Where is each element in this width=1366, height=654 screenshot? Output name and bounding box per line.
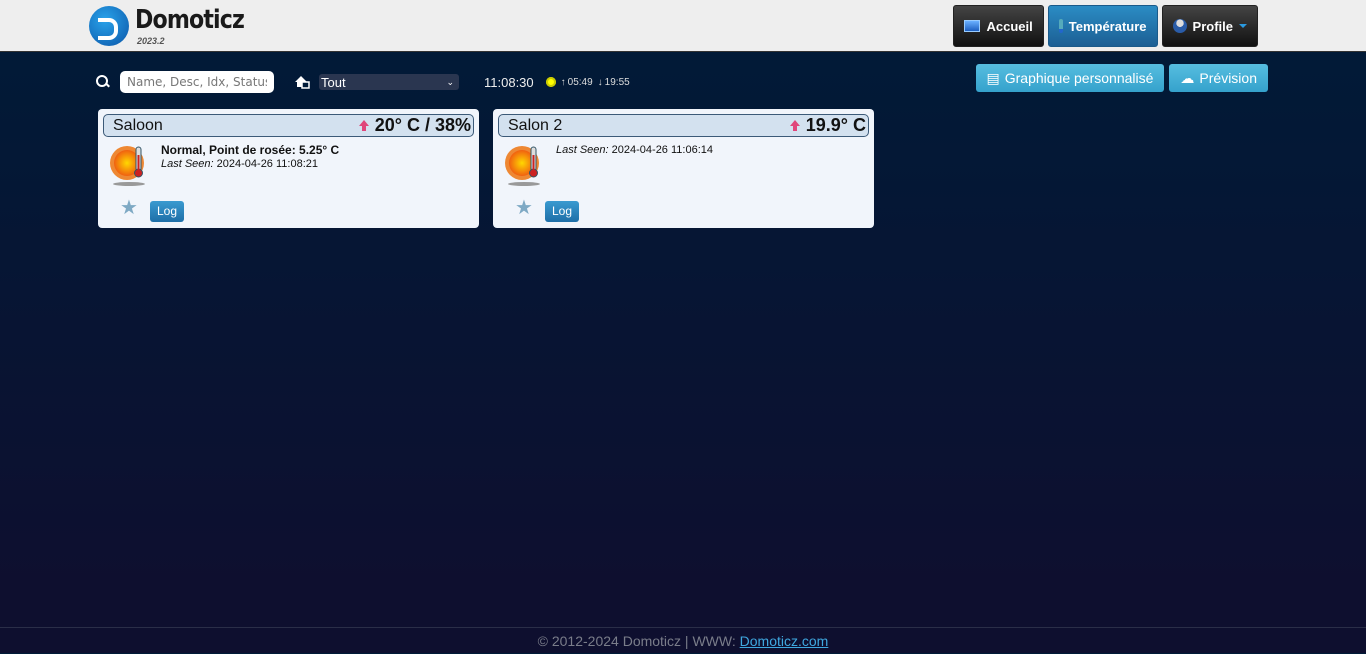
sunrise-arrow-icon: ↑ — [560, 76, 566, 88]
sunset-arrow-icon: ↓ — [597, 76, 603, 88]
main-nav: Accueil Température Profile — [953, 5, 1258, 47]
device-value: 19.9° C — [789, 115, 866, 136]
filter-toolbar: Tout ⌄ 11:08:30 ↑05:49 ↓19:55 — [96, 70, 630, 94]
temperature-sun-icon — [110, 146, 145, 186]
log-button[interactable]: Log — [150, 201, 185, 222]
value-text: 20° C / 38% — [374, 115, 471, 135]
domoticz-logo-icon — [89, 6, 129, 46]
last-seen-value: 2024-04-26 11:06:14 — [611, 144, 713, 156]
value-text: 19.9° C — [805, 115, 866, 135]
thermometer-icon — [1058, 19, 1063, 33]
forecast-button[interactable]: ☁ Prévision — [1169, 64, 1268, 92]
sun-icon — [545, 77, 556, 87]
device-value: 20° C / 38% — [358, 115, 471, 136]
clock: 11:08:30 — [484, 74, 534, 90]
favorite-star-icon[interactable]: ★ — [120, 198, 138, 218]
domoticz-link[interactable]: Domoticz.com — [740, 633, 829, 649]
footer: © 2012-2024 Domoticz | WWW: Domoticz.com — [0, 627, 1366, 653]
search-icon — [96, 75, 110, 89]
status-text: Normal, Point de rosée: 5.25° C — [161, 143, 340, 157]
profile-icon — [1172, 19, 1187, 33]
device-info: Last Seen: 2024-04-26 11:06:14 — [556, 143, 713, 157]
last-seen-value: 2024-04-26 11:08:21 — [216, 158, 318, 170]
device-name: Saloon — [113, 116, 163, 134]
trend-up-icon — [358, 119, 369, 131]
nav-label: Accueil — [986, 18, 1033, 34]
sunset-time: 19:55 — [604, 76, 630, 88]
search-input[interactable] — [120, 71, 274, 93]
button-label: Prévision — [1199, 70, 1257, 86]
nav-profile[interactable]: Profile — [1161, 5, 1258, 47]
button-label: Graphique personnalisé — [1004, 70, 1154, 86]
nav-label: Température — [1068, 18, 1147, 34]
room-icon — [295, 76, 310, 89]
weather-cloud-icon: ☁ — [1180, 69, 1195, 86]
last-seen-label: Last Seen: — [161, 158, 214, 170]
sunrise-time: 05:49 — [567, 76, 593, 88]
card-header: Saloon 20° C / 38% — [103, 114, 474, 137]
version: 2023.2 — [137, 36, 165, 46]
device-name: Salon 2 — [508, 116, 563, 134]
device-card-salon-2: Salon 2 19.9° C Last Seen: 2024-04-26 11… — [493, 109, 874, 228]
nav-temperature[interactable]: Température — [1047, 5, 1158, 47]
card-header: Salon 2 19.9° C — [498, 114, 869, 137]
device-status: Normal, Point de rosée: 5.25° C — [161, 143, 339, 157]
nav-label: Profile — [1192, 18, 1233, 34]
room-select[interactable]: Tout ⌄ — [319, 74, 459, 90]
area-chart-icon: ▤ — [986, 69, 1000, 86]
device-info: Normal, Point de rosée: 5.25° C Last See… — [161, 143, 339, 171]
device-card-saloon: Saloon 20° C / 38% Normal, Point de rosé… — [98, 109, 479, 228]
caret-down-icon — [1239, 24, 1247, 28]
actions: ▤ Graphique personnalisé ☁ Prévision — [975, 64, 1268, 92]
copyright: © 2012-2024 Domoticz | WWW: — [537, 633, 740, 649]
trend-up-icon — [789, 119, 800, 131]
chevron-down-icon: ⌄ — [446, 76, 454, 87]
room-select-value: Tout — [321, 74, 346, 90]
dashboard-icon — [964, 20, 981, 32]
favorite-star-icon[interactable]: ★ — [515, 198, 533, 218]
header: Domoticz 2023.2 Accueil Température Prof… — [0, 0, 1366, 52]
last-seen: Last Seen: 2024-04-26 11:06:14 — [556, 143, 713, 157]
last-seen: Last Seen: 2024-04-26 11:08:21 — [161, 157, 339, 171]
log-button[interactable]: Log — [545, 201, 580, 222]
logo[interactable]: Domoticz 2023.2 — [89, 6, 263, 46]
logo-text: Domoticz — [135, 5, 245, 35]
temperature-sun-icon — [505, 146, 540, 186]
custom-graph-button[interactable]: ▤ Graphique personnalisé — [975, 64, 1165, 92]
last-seen-label: Last Seen: — [556, 144, 609, 156]
nav-accueil[interactable]: Accueil — [953, 5, 1044, 47]
